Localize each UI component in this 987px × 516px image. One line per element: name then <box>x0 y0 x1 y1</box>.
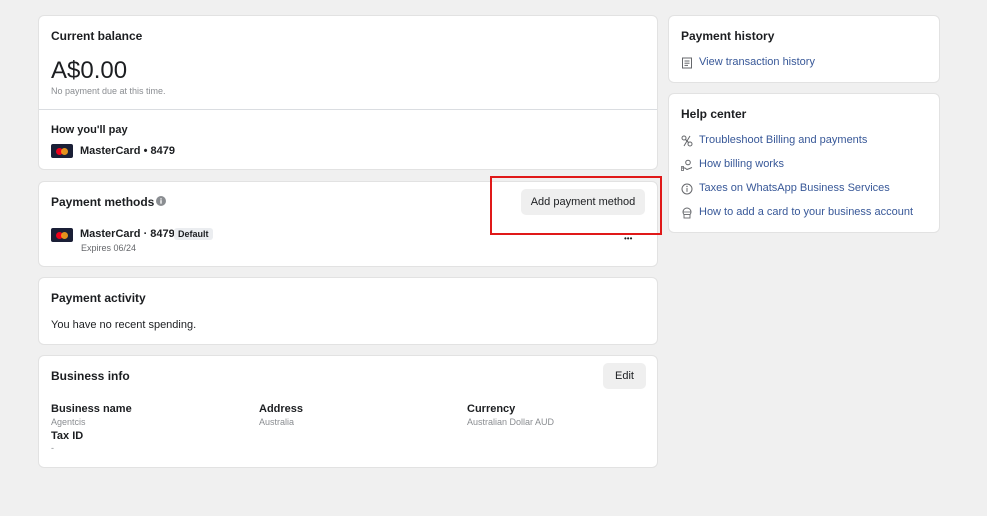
business-info-title: Business info <box>51 369 130 383</box>
highlight-box <box>490 176 662 235</box>
balance-amount: A$0.00 <box>51 57 128 84</box>
help-link-troubleshoot[interactable]: Troubleshoot Billing and payments <box>699 134 867 146</box>
tax-id-label: Tax ID <box>51 430 84 442</box>
balance-note: No payment due at this time. <box>51 86 166 96</box>
payment-history-card: Payment history View transaction history <box>668 15 940 83</box>
current-balance-card: Current balance A$0.00 No payment due at… <box>38 15 658 170</box>
help-center-card: Help center Troubleshoot Billing and pay… <box>668 93 940 233</box>
help-center-title: Help center <box>681 107 747 121</box>
more-options-icon[interactable]: ••• <box>624 234 632 243</box>
balance-card-label: MasterCard • 8479 <box>80 145 175 157</box>
tax-id-value: - <box>51 443 54 453</box>
view-transaction-history-link[interactable]: View transaction history <box>699 56 815 68</box>
mastercard-icon <box>51 228 73 242</box>
business-info-card: Business info Edit Business name Agentci… <box>38 355 658 468</box>
how-you-pay-label: How you'll pay <box>51 124 128 136</box>
help-link-billing-works[interactable]: How billing works <box>699 158 784 170</box>
business-name-label: Business name <box>51 403 132 415</box>
card-expires: Expires 06/24 <box>81 243 137 253</box>
activity-message: You have no recent spending. <box>51 319 197 331</box>
mastercard-icon <box>51 144 73 158</box>
currency-value: Australian Dollar AUD <box>467 417 555 427</box>
tools-icon <box>681 135 693 147</box>
billing-hand-icon <box>681 159 693 171</box>
balance-divider <box>39 109 657 110</box>
payment-activity-card: Payment activity You have no recent spen… <box>38 277 658 345</box>
business-name-value: Agentcis <box>51 417 86 427</box>
help-link-add-card[interactable]: How to add a card to your business accou… <box>699 206 913 218</box>
edit-button[interactable]: Edit <box>603 363 646 389</box>
globe-card-icon <box>681 207 693 219</box>
default-badge: Default <box>174 228 213 240</box>
payment-history-title: Payment history <box>681 29 775 43</box>
currency-label: Currency <box>467 403 516 415</box>
help-link-taxes[interactable]: Taxes on WhatsApp Business Services <box>699 182 890 194</box>
method-card-label: MasterCard · 8479 <box>80 228 175 240</box>
current-balance-title: Current balance <box>51 29 143 43</box>
payment-methods-title: Payment methods <box>51 195 155 209</box>
receipt-icon <box>681 57 693 69</box>
info-icon[interactable] <box>156 196 166 206</box>
address-label: Address <box>259 403 304 415</box>
payment-activity-title: Payment activity <box>51 291 146 305</box>
info-icon <box>681 183 693 195</box>
address-value: Australia <box>259 417 295 427</box>
